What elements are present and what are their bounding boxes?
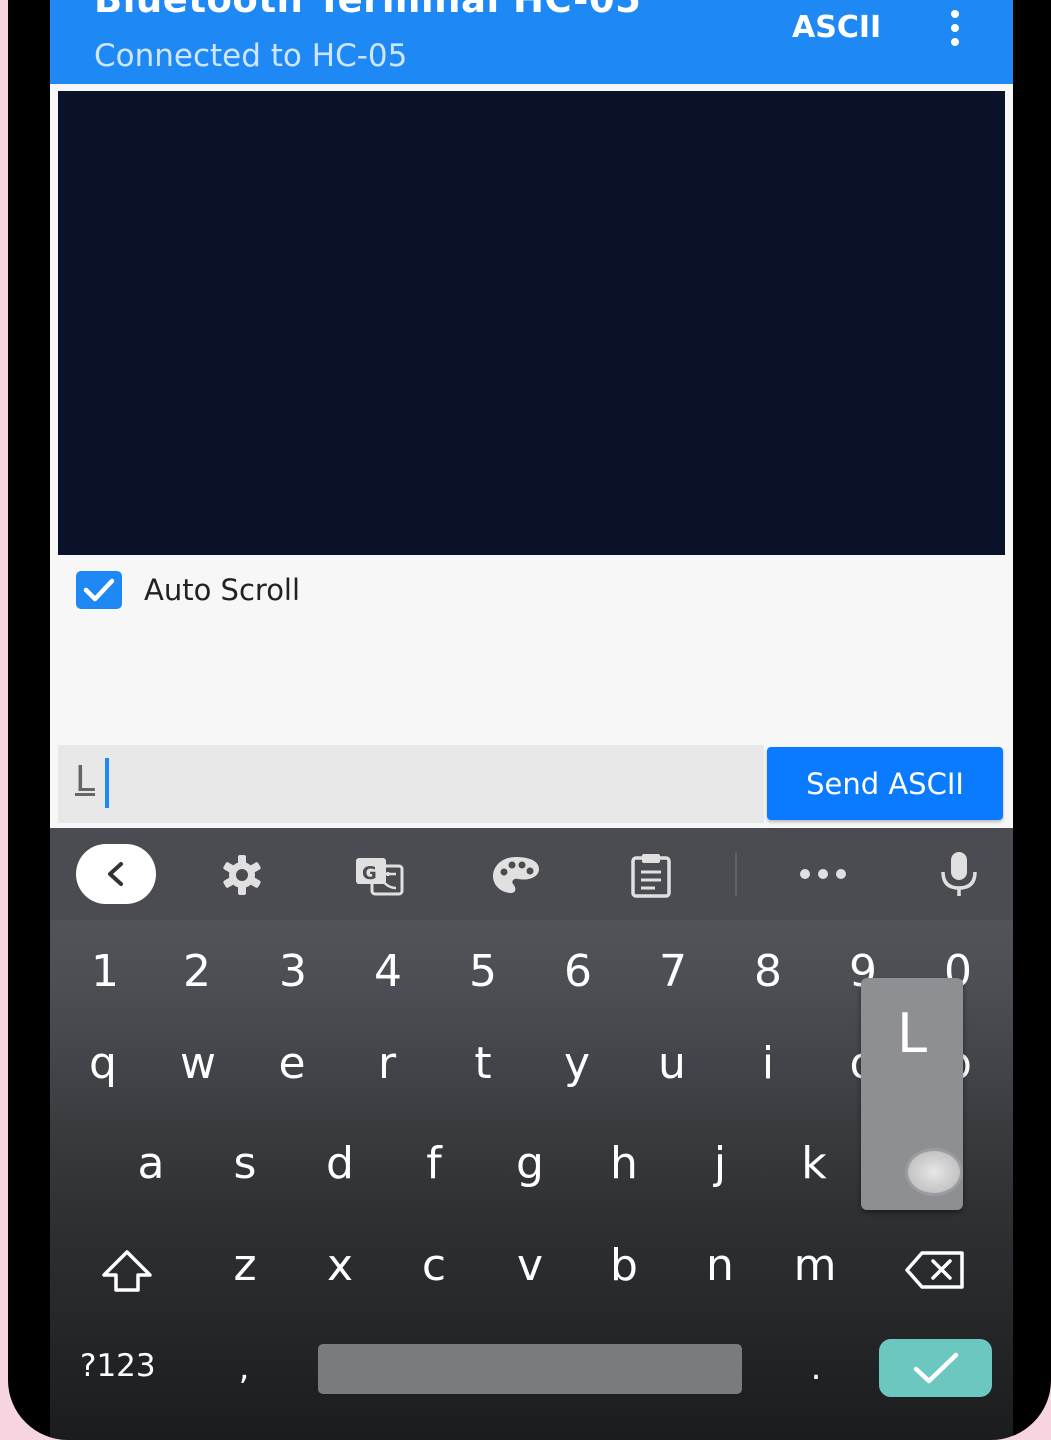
back-icon[interactable] <box>76 844 156 904</box>
key-q[interactable]: q <box>73 1036 133 1092</box>
key-f[interactable]: f <box>404 1136 464 1192</box>
key-1[interactable]: 1 <box>75 944 135 1000</box>
key-t[interactable]: t <box>453 1036 513 1092</box>
send-button[interactable]: Send ASCII <box>767 747 1003 820</box>
key-h[interactable]: h <box>594 1136 654 1192</box>
key-comma[interactable]: , <box>214 1340 274 1396</box>
checkbox-checked-icon[interactable] <box>76 571 122 609</box>
key-4[interactable]: 4 <box>358 944 418 1000</box>
key-s[interactable]: s <box>215 1136 275 1192</box>
key-e[interactable]: e <box>262 1036 322 1092</box>
more-vert-icon[interactable] <box>943 6 967 50</box>
key-z[interactable]: z <box>215 1238 275 1294</box>
clipboard-icon[interactable] <box>628 852 674 898</box>
check-icon <box>913 1352 959 1384</box>
key-x[interactable]: x <box>310 1238 370 1294</box>
message-input-value: L <box>75 759 96 800</box>
key-6[interactable]: 6 <box>548 944 608 1000</box>
backspace-icon[interactable] <box>904 1250 966 1290</box>
popup-accent-dot <box>905 1148 963 1196</box>
soft-keyboard: G 1 2 3 4 5 6 7 8 9 0 q w e r t y u i a … <box>50 828 1013 1440</box>
keyboard-toolbar: G <box>50 828 1013 920</box>
key-u[interactable]: u <box>642 1036 702 1092</box>
mode-toggle-button[interactable]: ASCII <box>792 10 881 45</box>
key-k[interactable]: k <box>784 1136 844 1192</box>
key-r[interactable]: r <box>357 1036 417 1092</box>
key-d[interactable]: d <box>310 1136 370 1192</box>
toolbar-divider <box>735 852 737 896</box>
more-horiz-icon[interactable] <box>798 866 848 882</box>
key-preview-popup: L <box>861 978 963 1210</box>
key-j[interactable]: j <box>690 1136 750 1192</box>
message-input[interactable]: L <box>58 745 764 823</box>
enter-key[interactable] <box>879 1339 992 1397</box>
app-title: Bluetooth Terminal HC-05 <box>94 0 641 21</box>
svg-text:G: G <box>362 863 377 884</box>
text-cursor <box>105 758 109 808</box>
palette-icon[interactable] <box>491 854 541 896</box>
shift-icon[interactable] <box>100 1248 154 1294</box>
symbols-key[interactable]: ?123 <box>80 1348 156 1384</box>
key-n[interactable]: n <box>690 1238 750 1294</box>
app-bar: Bluetooth Terminal HC-05 Connected to HC… <box>50 0 1013 84</box>
key-g[interactable]: g <box>500 1136 560 1192</box>
key-3[interactable]: 3 <box>263 944 323 1000</box>
key-preview-char: L <box>896 1002 928 1065</box>
key-m[interactable]: m <box>785 1238 845 1294</box>
key-a[interactable]: a <box>121 1136 181 1192</box>
key-c[interactable]: c <box>404 1238 464 1294</box>
space-bar[interactable] <box>318 1344 742 1394</box>
app-screen: Bluetooth Terminal HC-05 Connected to HC… <box>50 0 1013 1440</box>
connection-status: Connected to HC-05 <box>94 38 408 74</box>
gear-icon[interactable] <box>218 854 266 896</box>
key-v[interactable]: v <box>500 1238 560 1294</box>
auto-scroll-checkbox[interactable]: Auto Scroll <box>76 570 300 610</box>
terminal-output[interactable] <box>58 91 1005 555</box>
auto-scroll-label: Auto Scroll <box>144 573 301 607</box>
key-5[interactable]: 5 <box>453 944 513 1000</box>
key-w[interactable]: w <box>168 1036 228 1092</box>
translate-icon[interactable]: G <box>354 854 404 896</box>
key-7[interactable]: 7 <box>643 944 703 1000</box>
key-i[interactable]: i <box>738 1036 798 1092</box>
key-b[interactable]: b <box>594 1238 654 1294</box>
mic-icon[interactable] <box>938 850 980 898</box>
key-y[interactable]: y <box>547 1036 607 1092</box>
key-8[interactable]: 8 <box>738 944 798 1000</box>
key-period[interactable]: . <box>786 1340 846 1396</box>
phone-frame: Bluetooth Terminal HC-05 Connected to HC… <box>8 0 1051 1440</box>
key-2[interactable]: 2 <box>167 944 227 1000</box>
